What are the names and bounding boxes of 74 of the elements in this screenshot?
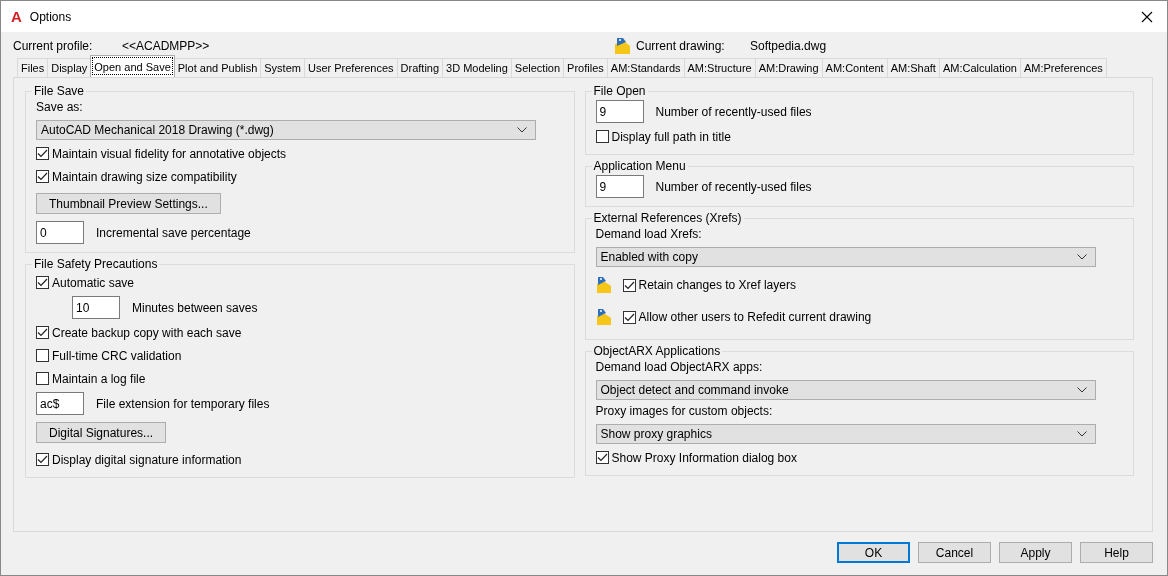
dialog-button[interactable]: Help — [1080, 542, 1153, 563]
group-title: File Safety Precautions — [33, 257, 159, 271]
checkbox[interactable] — [595, 451, 609, 464]
dialog-button[interactable]: OK — [837, 542, 910, 563]
group-title: File Save — [33, 84, 86, 98]
drawing-file-icon — [595, 308, 612, 326]
field-label: Demand load ObjectARX apps: — [595, 360, 764, 376]
dialog-button[interactable]: Apply — [999, 542, 1072, 563]
group-title: External References (Xrefs) — [592, 211, 743, 225]
window-title: Options — [29, 9, 73, 24]
chevron-down-icon — [1076, 387, 1087, 393]
input-field[interactable]: 9 — [595, 175, 644, 198]
checkbox-label: Retain changes to Xref layers — [638, 278, 796, 292]
checkbox-label: Automatic save — [52, 275, 135, 290]
group-title: Application Menu — [592, 159, 687, 173]
tab[interactable]: Files — [17, 58, 49, 77]
drawing-label: Current drawing: — [636, 39, 726, 53]
drawing-file-icon — [614, 37, 632, 55]
dropdown[interactable]: Enabled with copy — [595, 247, 1096, 267]
checkbox-label: Maintain visual fidelity for annotative objects — [52, 146, 287, 161]
dropdown[interactable]: Show proxy graphics — [595, 424, 1096, 444]
checkbox-label: Full-time CRC validation — [52, 348, 182, 363]
checkbox[interactable] — [36, 453, 49, 466]
checkbox[interactable] — [36, 326, 49, 339]
tab[interactable]: AM:Preferences — [1019, 58, 1107, 77]
app-logo: A — [11, 8, 22, 25]
checkbox[interactable] — [36, 349, 49, 362]
chevron-down-icon — [1076, 431, 1087, 437]
checkbox[interactable] — [36, 147, 49, 160]
checkbox-label: Allow other users to Refedit current drawing — [638, 310, 872, 324]
dropdown[interactable]: Object detect and command invoke — [595, 380, 1096, 400]
field-label: Number of recently-used files — [655, 179, 812, 194]
checkbox[interactable] — [36, 372, 49, 385]
drawing-file-icon — [595, 276, 612, 294]
checkbox-label: Maintain a log file — [52, 371, 146, 386]
tab[interactable]: 3D Modeling — [442, 58, 512, 77]
tab[interactable]: Open and Save — [90, 55, 175, 77]
checkbox-label: Create backup copy with each save — [52, 325, 242, 340]
tab[interactable]: Drafting — [396, 58, 444, 77]
input-field[interactable]: ac$ — [36, 392, 84, 415]
input-field[interactable]: 10 — [72, 296, 120, 319]
profile-label: Current profile: — [13, 39, 94, 53]
tab[interactable]: AM:Drawing — [754, 58, 823, 77]
checkbox-label: Display digital signature information — [52, 452, 242, 467]
field-label: File extension for temporary files — [96, 396, 270, 411]
chevron-down-icon — [1076, 254, 1087, 260]
profile-value: <<ACADMPP>> — [122, 39, 211, 53]
field-label: Save as: — [36, 100, 84, 116]
close-icon[interactable] — [1141, 10, 1153, 23]
tab[interactable]: Display — [47, 58, 92, 77]
group-title: ObjectARX Applications — [592, 344, 722, 358]
checkbox-label: Display full path in title — [611, 129, 731, 144]
settings-button[interactable]: Thumbnail Preview Settings... — [36, 193, 221, 214]
dropdown[interactable]: AutoCAD Mechanical 2018 Drawing (*.dwg) — [36, 120, 536, 140]
checkbox[interactable] — [595, 130, 609, 143]
drawing-name: Softpedia.dwg — [750, 39, 827, 53]
chevron-down-icon — [517, 127, 527, 133]
checkbox[interactable] — [622, 278, 636, 292]
group-title: File Open — [592, 84, 647, 98]
field-label: Demand load Xrefs: — [595, 227, 703, 243]
input-field[interactable]: 9 — [595, 100, 644, 123]
checkbox-label: Maintain drawing size compatibility — [52, 169, 237, 184]
settings-button[interactable]: Digital Signatures... — [36, 422, 167, 443]
input-field[interactable]: 0 — [36, 221, 84, 244]
tab[interactable]: System — [260, 58, 305, 77]
checkbox[interactable] — [36, 276, 49, 289]
dialog-button[interactable]: Cancel — [918, 542, 991, 563]
checkbox-label: Show Proxy Information dialog box — [611, 450, 797, 465]
field-label: Minutes between saves — [132, 300, 258, 315]
checkbox[interactable] — [36, 170, 49, 183]
field-label: Number of recently-used files — [655, 104, 812, 119]
field-label: Proxy images for custom objects: — [595, 404, 774, 420]
field-label: Incremental save percentage — [96, 225, 251, 240]
checkbox[interactable] — [622, 310, 636, 324]
